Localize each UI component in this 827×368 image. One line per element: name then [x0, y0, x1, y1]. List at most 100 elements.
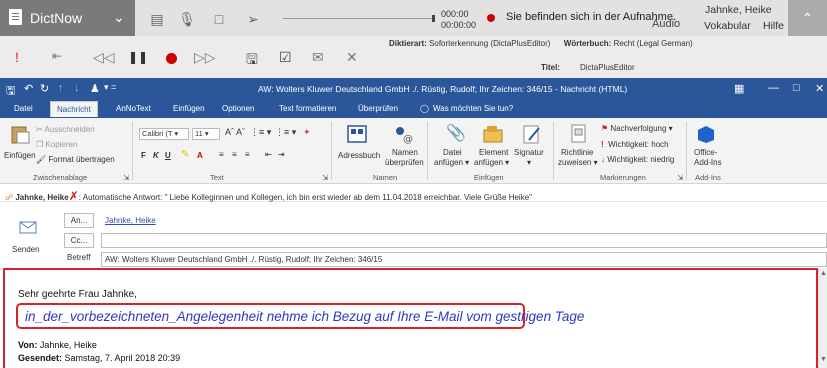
rewind-icon[interactable]: ◁◁ [93, 49, 115, 66]
send-button[interactable]: Senden [12, 245, 40, 254]
policy-button[interactable]: Richtlinie [561, 148, 593, 157]
pause-icon[interactable]: ❚❚ [128, 50, 148, 64]
send-icon[interactable] [19, 220, 37, 234]
followup-button[interactable]: ⚑ Nachverfolgung ▾ [601, 124, 673, 133]
cut-button[interactable]: ✂ Ausschneiden [36, 125, 95, 134]
save-icon[interactable]: 🖫 [246, 49, 258, 73]
body-scrollbar[interactable]: ▲ ▼ [818, 268, 827, 368]
audio-menu[interactable]: Audio [652, 18, 680, 30]
attach-file-icon[interactable]: 📎 [446, 123, 466, 143]
pin-icon[interactable]: ➢ [242, 8, 264, 30]
user-icon[interactable]: ♟ [90, 82, 100, 95]
tell-me-icon[interactable]: ◯ [420, 104, 429, 113]
rewind-to-start-icon[interactable]: ⇤ [52, 49, 62, 63]
format-painter-button[interactable]: 🖌 Format übertragen [36, 155, 115, 164]
numbering-icon[interactable]: ⋮≡ ▾ [275, 127, 296, 138]
to-recipient[interactable]: Jahnke, Heike [105, 216, 156, 225]
font-name-combo[interactable]: Calibri (T ▾ [139, 128, 189, 140]
attach-file-button[interactable]: Datei [443, 148, 462, 157]
record-icon[interactable] [166, 53, 177, 64]
window-icon[interactable]: □ [208, 8, 230, 30]
attach-item-button-line2[interactable]: anfügen ▾ [474, 158, 509, 167]
customize-qat-icon[interactable]: ▾ = [104, 82, 116, 93]
addressbook-button[interactable]: Adressbuch [338, 151, 380, 160]
save-icon[interactable]: 🖫 [6, 82, 15, 101]
dialog-launcher-icon[interactable]: ⇲ [677, 173, 683, 182]
bold-icon[interactable]: F [141, 151, 146, 160]
tab-optionen[interactable]: Optionen [222, 104, 254, 113]
to-field[interactable]: Jahnke, Heike [101, 213, 827, 228]
signature-dropdown-icon[interactable]: ▾ [527, 158, 531, 167]
scroll-up-icon[interactable]: ▲ [820, 270, 827, 277]
low-importance-button[interactable]: ↓ Wichtigkeit: niedrig [601, 155, 674, 164]
office-addins-icon[interactable] [695, 124, 717, 144]
position-slider[interactable] [283, 15, 435, 22]
align-center-icon[interactable]: ≡ [232, 150, 237, 159]
font-size-combo[interactable]: 11 ▾ [192, 128, 220, 140]
italic-icon[interactable]: K [153, 151, 159, 160]
alert-icon[interactable]: ! [15, 49, 19, 65]
help-menu[interactable]: Hilfe [763, 20, 784, 32]
tab-einfuegen[interactable]: Einfügen [173, 104, 205, 113]
scroll-down-icon[interactable]: ▼ [820, 356, 827, 363]
maximize-icon[interactable]: □ [793, 82, 800, 94]
tab-ueberpruefen[interactable]: Überprüfen [358, 104, 398, 113]
check-names-button-line2[interactable]: überprüfen [385, 158, 424, 167]
addressbook-icon[interactable] [346, 124, 368, 144]
dictnow-app-menu[interactable]: DictNow ⌄ [0, 0, 135, 36]
ribbon-display-icon[interactable]: ▦ [734, 82, 744, 95]
slider-handle[interactable] [432, 15, 435, 22]
paste-icon[interactable] [9, 124, 31, 144]
down-arrow-icon[interactable]: ↓ [74, 82, 80, 94]
font-color-icon[interactable]: A [197, 151, 203, 160]
tab-datei[interactable]: Datei [14, 104, 33, 113]
policy-icon[interactable] [568, 123, 590, 143]
grow-font-icon[interactable]: Aˆ Aˇ [225, 127, 245, 137]
copy-button[interactable]: ❐ Kopieren [36, 140, 77, 149]
dialog-launcher-icon[interactable]: ⇲ [123, 173, 129, 182]
subject-field[interactable]: AW: Wolters Kluwer Deutschland GmbH ./. … [101, 252, 827, 267]
attach-item-button[interactable]: Element [479, 148, 508, 157]
align-left-icon[interactable]: ≡ [219, 150, 224, 159]
undo-icon[interactable]: ↶ [24, 82, 33, 95]
tab-nachricht[interactable]: Nachricht [50, 101, 98, 117]
cc-button[interactable]: Cc... [64, 233, 94, 248]
check-names-icon[interactable]: @ [392, 124, 414, 144]
fast-forward-icon[interactable]: ▷▷ [194, 49, 216, 66]
dialog-launcher-icon[interactable]: ⇲ [322, 173, 328, 182]
highlight-icon[interactable]: ✎ [181, 149, 189, 160]
tell-me-search[interactable]: Was möchten Sie tun? [433, 104, 513, 113]
tab-text-formatieren[interactable]: Text formatieren [279, 104, 336, 113]
increase-indent-icon[interactable]: ⇥ [278, 150, 285, 159]
vocabulary-menu[interactable]: Vokabular [704, 20, 751, 32]
align-right-icon[interactable]: ≡ [245, 150, 250, 159]
office-addins-button[interactable]: Office- [694, 148, 717, 157]
close-icon[interactable]: ✕ [815, 82, 824, 95]
mail-icon[interactable]: ✉ [312, 49, 324, 66]
decrease-indent-icon[interactable]: ⇤ [265, 150, 272, 159]
attach-item-icon[interactable] [482, 124, 504, 144]
policy-button-line2[interactable]: zuweisen ▾ [558, 158, 598, 167]
bullets-icon[interactable]: ⋮≡ ▾ [250, 127, 271, 138]
underline-icon[interactable]: U [165, 151, 171, 160]
signature-icon[interactable] [521, 124, 543, 144]
minimize-icon[interactable]: — [768, 82, 779, 94]
microphone-icon[interactable]: 🎙 [176, 8, 198, 30]
collapse-icon[interactable]: ⌃ [788, 0, 827, 36]
redo-icon[interactable]: ↻ [40, 82, 49, 95]
tab-annotext[interactable]: AnNoText [116, 104, 151, 113]
message-body[interactable]: Sehr geehrte Frau Jahnke, in_der_vorbeze… [3, 268, 818, 368]
office-addins-button-line2[interactable]: Add-Ins [694, 158, 722, 167]
attach-file-button-line2[interactable]: anfügen ▾ [434, 158, 469, 167]
paste-button[interactable]: Einfügen [4, 151, 36, 160]
clear-formatting-icon[interactable]: ✦ [303, 127, 311, 138]
signature-button[interactable]: Signatur [514, 148, 544, 157]
close-icon[interactable]: ✕ [346, 49, 358, 66]
up-arrow-icon[interactable]: ↑ [58, 82, 64, 94]
check-names-button[interactable]: Namen [392, 148, 418, 157]
to-button[interactable]: An... [64, 213, 94, 228]
document-icon[interactable]: ▤ [146, 8, 168, 30]
cc-field[interactable] [101, 233, 827, 248]
high-importance-button[interactable]: ! Wichtigkeit: hoch [601, 140, 669, 149]
checkbox-icon[interactable]: ☑ [279, 49, 292, 66]
